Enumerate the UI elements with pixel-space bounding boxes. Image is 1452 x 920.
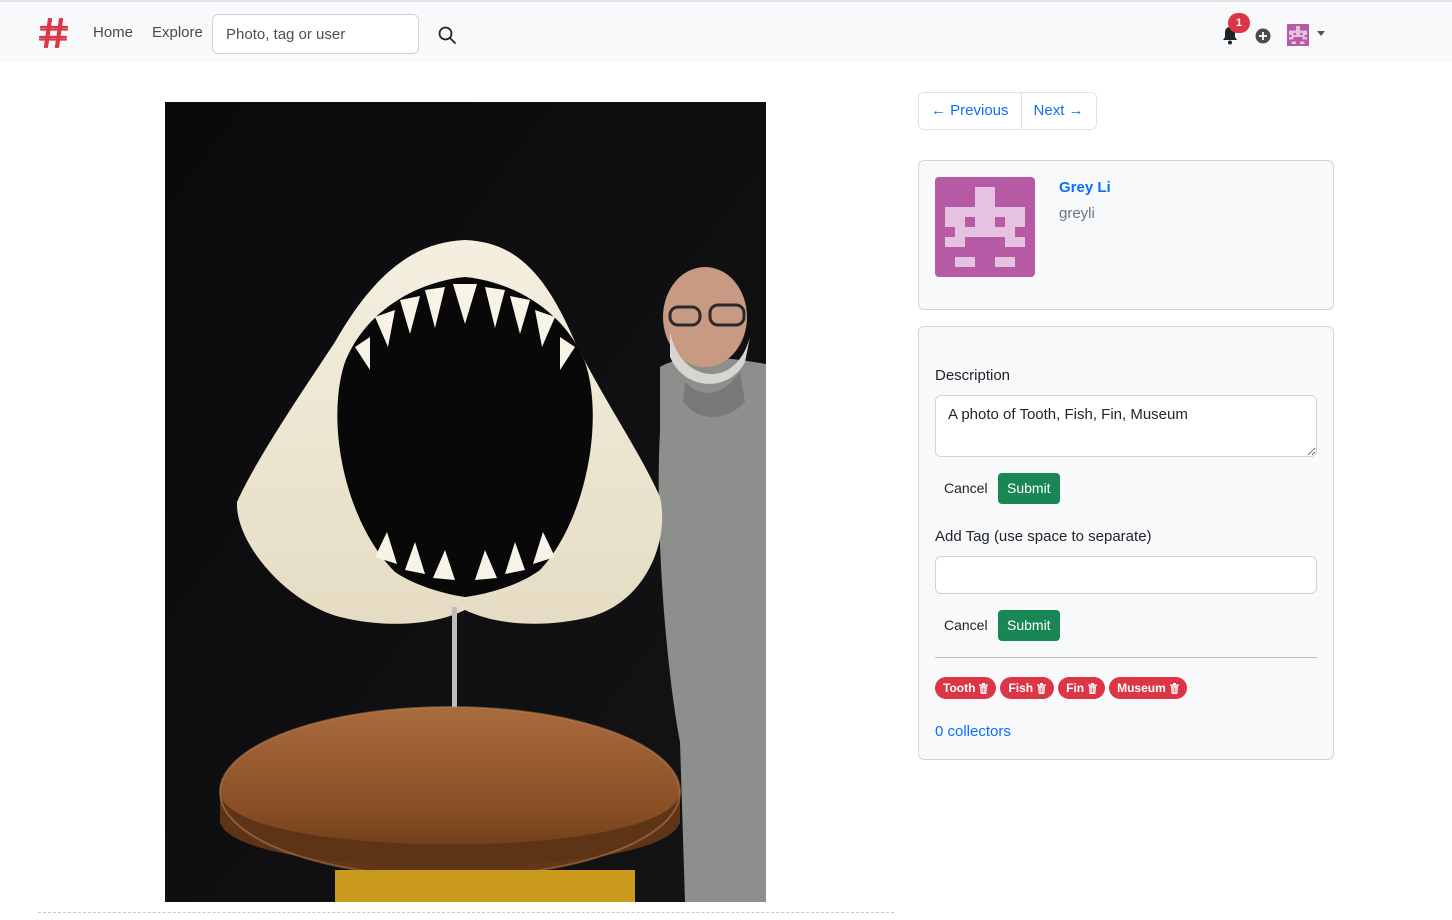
trash-icon[interactable] xyxy=(1037,682,1047,694)
user-menu-caret-icon[interactable] xyxy=(1317,31,1325,36)
tag-cancel-button[interactable]: Cancel xyxy=(935,610,997,641)
trash-icon[interactable] xyxy=(1088,682,1098,694)
tag-badge[interactable]: Tooth xyxy=(935,677,997,699)
photo-pager: ← Previous Next → xyxy=(918,92,1097,130)
tag-list: Tooth Fish Fin Museum xyxy=(935,677,1187,699)
tag-label: Fish xyxy=(1008,681,1034,695)
uploader-profile-card: Grey Li greyli xyxy=(918,160,1334,310)
search-input[interactable] xyxy=(212,14,419,54)
description-cancel-button[interactable]: Cancel xyxy=(935,473,997,504)
tag-badge[interactable]: Fish xyxy=(1000,677,1055,699)
top-navbar: Home Explore 1 xyxy=(0,0,1452,62)
trash-icon[interactable] xyxy=(1169,682,1179,694)
description-submit-button[interactable]: Submit xyxy=(998,473,1060,504)
next-photo-link[interactable]: Next → xyxy=(1021,93,1096,129)
tag-badge[interactable]: Museum xyxy=(1109,677,1187,699)
trash-icon[interactable] xyxy=(979,682,989,694)
notification-count-badge: 1 xyxy=(1228,13,1250,33)
nav-explore-link[interactable]: Explore xyxy=(152,24,203,41)
tag-label: Museum xyxy=(1117,681,1166,695)
photo-edit-card: Description A photo of Tooth, Fish, Fin,… xyxy=(918,326,1334,760)
search-icon[interactable] xyxy=(436,24,458,46)
description-label: Description xyxy=(935,367,1011,384)
description-textarea[interactable]: A photo of Tooth, Fish, Fin, Museum xyxy=(935,395,1317,457)
main-photo xyxy=(165,102,766,902)
collectors-link[interactable]: 0 collectors xyxy=(935,723,1011,740)
uploader-name-link[interactable]: Grey Li xyxy=(1059,179,1111,196)
photo-bottom-divider xyxy=(38,912,894,913)
tag-label: Tooth xyxy=(943,681,976,695)
plus-circle-icon[interactable] xyxy=(1255,28,1271,44)
tag-submit-button[interactable]: Submit xyxy=(998,610,1060,641)
brand-hashtag-logo-icon[interactable] xyxy=(38,16,70,50)
uploader-avatar[interactable] xyxy=(935,177,1035,277)
tag-label: Fin xyxy=(1066,681,1085,695)
previous-photo-link[interactable]: ← Previous xyxy=(919,93,1022,129)
nav-home-link[interactable]: Home xyxy=(93,24,133,41)
uploader-username: greyli xyxy=(1059,205,1095,222)
user-avatar-icon[interactable] xyxy=(1287,24,1309,46)
add-tag-input[interactable] xyxy=(935,556,1317,594)
add-tag-label: Add Tag (use space to separate) xyxy=(935,528,1152,545)
divider xyxy=(935,657,1317,658)
tag-badge[interactable]: Fin xyxy=(1058,677,1106,699)
